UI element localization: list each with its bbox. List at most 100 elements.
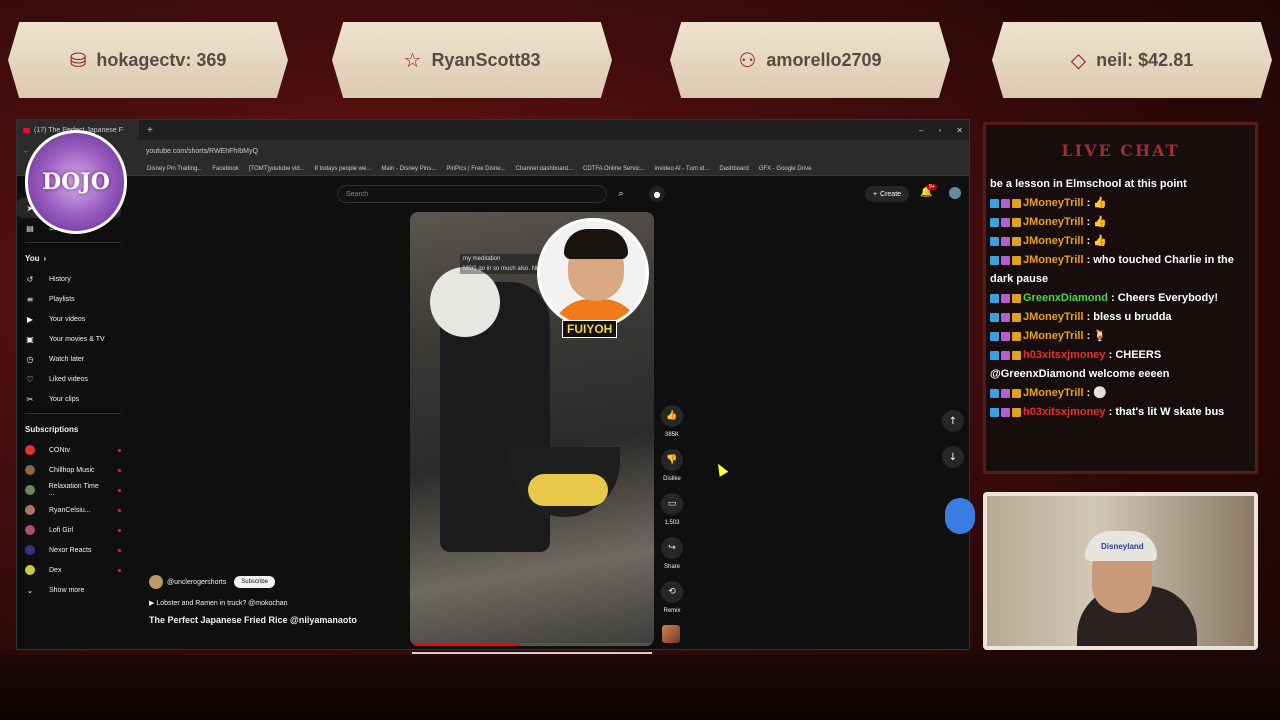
chat-badge-icon	[1012, 198, 1021, 208]
browser-window: (17) The Perfect Japanese F + – ▫ ✕ ← yo…	[16, 119, 970, 654]
sidebar-subscription[interactable]: Relaxation Time ...	[17, 480, 129, 500]
sidebar-subscription[interactable]: Dex	[17, 560, 129, 580]
channel-avatar	[25, 505, 35, 515]
sidebar-item-watch-later[interactable]: ◷ Watch later	[17, 349, 129, 369]
chat-username[interactable]: JMoneyTrill	[1023, 330, 1084, 342]
back-icon[interactable]: ←	[23, 148, 30, 155]
search-icon[interactable]: ⌕	[609, 185, 633, 203]
banner-latest-sub: ⚇ amorello2709	[670, 22, 950, 98]
comment-button[interactable]: ▭ 1,503	[657, 493, 687, 537]
remix-label: Remix	[663, 608, 681, 614]
chat-username[interactable]: JMoneyTrill	[1023, 216, 1084, 228]
new-tab-button[interactable]: +	[139, 125, 153, 136]
bookmark-item[interactable]: invideo AI - Turn id...	[655, 166, 710, 172]
comment-icon: ▭	[661, 493, 683, 515]
dojo-logo: DOJO	[25, 130, 127, 234]
sidebar-item-clips[interactable]: ✂ Your clips	[17, 389, 129, 409]
sidebar-item-label: Dex	[49, 566, 62, 574]
chevron-right-icon: ›	[43, 253, 47, 263]
chat-username[interactable]: GreenxDiamond	[1023, 292, 1108, 304]
sidebar-item-liked[interactable]: ♡ Liked videos	[17, 369, 129, 389]
minimize-button[interactable]: –	[919, 126, 923, 135]
bookmark-item[interactable]: If todays people we...	[315, 166, 372, 172]
dislike-label: Dislike	[663, 476, 681, 482]
sidebar-item-playlists[interactable]: ≡ Playlists	[17, 289, 129, 309]
show-more-button[interactable]: ⌄ Show more	[17, 580, 129, 600]
account-avatar[interactable]	[949, 187, 961, 199]
chat-text: : 👍	[1083, 197, 1108, 209]
banner-text: neil: $42.81	[1096, 49, 1194, 70]
chat-username[interactable]: h03xitsxjmoney	[1023, 349, 1106, 361]
video-progress-bar[interactable]	[410, 643, 654, 646]
chat-badge-icon	[1001, 198, 1010, 208]
like-icon: 👍	[661, 405, 683, 427]
chat-text: : Cheers Everybody!	[1107, 292, 1219, 304]
dislike-button[interactable]: 👎 Dislike	[657, 449, 687, 493]
chat-username[interactable]: JMoneyTrill	[1023, 197, 1084, 209]
banner-text: amorello2709	[766, 49, 882, 70]
share-icon: ↪	[661, 537, 683, 559]
short-video-player[interactable]: my meditation MSG go in so much also. Ni…	[410, 212, 654, 646]
bookmark-item[interactable]: GFX - Google Drive	[759, 166, 812, 172]
like-label: 385K	[664, 432, 679, 438]
chat-message: JMoneyTrill : bless u brudda	[986, 308, 1255, 327]
like-button[interactable]: 👍 385K	[657, 405, 687, 449]
sidebar-item-label: History	[49, 275, 71, 283]
chat-username[interactable]: h03xitsxjmoney	[1023, 406, 1106, 418]
sidebar-subscription[interactable]: RyanCelsiu...	[17, 500, 129, 520]
chat-username[interactable]: JMoneyTrill	[1023, 311, 1084, 323]
banner-text: hokagectv: 369	[96, 49, 227, 70]
comment-label: 1,503	[664, 520, 680, 526]
close-window-button[interactable]: ✕	[956, 126, 963, 135]
chat-username[interactable]: JMoneyTrill	[1023, 387, 1084, 399]
your-videos-icon: ▶	[26, 314, 34, 324]
sidebar-subscription[interactable]: Lofi Girl	[17, 520, 129, 540]
bookmark-item[interactable]: [TOMT]youtube vid...	[249, 166, 305, 172]
chat-username[interactable]: JMoneyTrill	[1023, 254, 1084, 266]
bookmark-item[interactable]: Facebook	[212, 166, 238, 172]
bookmark-item[interactable]: Channel dashboard...	[516, 166, 573, 172]
chat-text: be a lesson in Elmschool at this point	[990, 178, 1187, 190]
bookmark-item[interactable]: CDTFA Online Servic...	[583, 166, 645, 172]
sidebar-subscription[interactable]: Chillhop Music	[17, 460, 129, 480]
remix-button[interactable]: ⟲ Remix	[657, 581, 687, 625]
live-dot	[118, 468, 121, 472]
channel-name[interactable]: @unclerogershorts	[167, 579, 226, 586]
sidebar-item-history[interactable]: ↺ History	[17, 269, 129, 289]
next-short-button[interactable]: ↓	[942, 446, 964, 468]
chat-username[interactable]: JMoneyTrill	[1023, 235, 1084, 247]
sidebar-subscriptions-heading[interactable]: Subscriptions	[17, 418, 129, 440]
url-field[interactable]: youtube.com/shorts/RWEhFhIbMyQ	[146, 148, 258, 155]
sidebar-item-movies[interactable]: ▣ Your movies & TV	[17, 329, 129, 349]
bookmark-item[interactable]: PinPics | Free Disne...	[446, 166, 505, 172]
search-input[interactable]: Search	[337, 185, 607, 203]
chat-message: JMoneyTrill : 👍	[986, 232, 1255, 251]
you-label: You	[25, 253, 40, 263]
share-button[interactable]: ↪ Share	[657, 537, 687, 581]
sidebar-item-label: Relaxation Time ...	[48, 483, 99, 497]
bookmark-item[interactable]: Main - Disney Pins...	[381, 166, 436, 172]
maximize-button[interactable]: ▫	[938, 126, 941, 135]
chat-badge-icon	[990, 236, 999, 246]
sidebar-subscription[interactable]: CONtv	[17, 440, 129, 460]
remix-icon: ⟲	[661, 581, 683, 603]
chat-badge-icon	[990, 255, 999, 265]
sound-thumbnail[interactable]	[662, 625, 680, 643]
chat-text: : 👍	[1083, 216, 1108, 228]
short-actions: 👍 385K 👎 Dislike ▭ 1,503 ↪ Share ⟲ Remix	[657, 405, 687, 625]
dislike-icon: 👎	[661, 449, 683, 471]
related-video-link[interactable]: ▶ Lobster and Ramen in truck? @mokochan	[149, 599, 357, 607]
sidebar-you-heading[interactable]: You ›	[17, 247, 129, 269]
sidebar-item-your-videos[interactable]: ▶ Your videos	[17, 309, 129, 329]
channel-avatar	[25, 545, 35, 555]
create-button[interactable]: + Create	[865, 186, 909, 202]
sidebar-subscription[interactable]: Nexor Reacts	[17, 540, 129, 560]
sidebar-divider	[25, 413, 121, 414]
bookmark-item[interactable]: Disney Pin Trading...	[147, 166, 202, 172]
star-icon: ☆	[403, 48, 422, 72]
channel-avatar[interactable]	[149, 575, 163, 589]
previous-short-button[interactable]: ↑	[942, 410, 964, 432]
subscribe-button[interactable]: Subscribe	[234, 576, 275, 588]
bookmark-item[interactable]: Dashboard	[719, 166, 748, 172]
microphone-icon[interactable]: ●	[649, 186, 665, 202]
